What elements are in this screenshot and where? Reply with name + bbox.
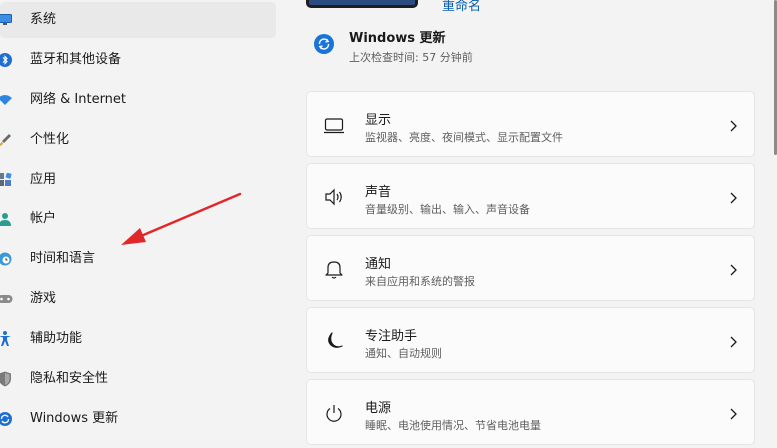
sidebar-item-personalization[interactable]: 个性化 <box>0 122 276 158</box>
sidebar-item-label: 个性化 <box>30 132 70 147</box>
card-title: 专注助手 <box>365 329 418 344</box>
rename-link[interactable]: 重命名 <box>442 0 481 14</box>
power-icon <box>323 402 345 424</box>
chevron-right-icon <box>728 118 738 132</box>
card-title: 通知 <box>365 257 392 272</box>
card-title: 声音 <box>365 185 392 200</box>
card-subtitle: 来自应用和系统的警报 <box>365 275 475 288</box>
gamepad-icon <box>0 291 13 307</box>
windows-update-title: Windows 更新 <box>349 31 446 46</box>
brush-icon <box>0 132 13 148</box>
card-title: 显示 <box>365 113 392 128</box>
device-preview-image <box>306 0 418 8</box>
settings-card-power[interactable]: 电源 睡眠、电池使用情况、节省电池电量 <box>306 379 755 445</box>
wifi-icon <box>0 92 13 108</box>
speaker-icon <box>323 186 345 208</box>
apps-icon <box>0 172 13 188</box>
sidebar-item-time-language[interactable]: 时间和语言 <box>0 241 276 277</box>
chevron-right-icon <box>728 406 738 420</box>
sidebar-item-gaming[interactable]: 游戏 <box>0 281 276 317</box>
sidebar: 系统 蓝牙和其他设备 网络 & Internet 个性化 应用 帐户 时间和语言… <box>0 0 290 448</box>
sidebar-item-accounts[interactable]: 帐户 <box>0 201 276 237</box>
globe-clock-icon <box>0 251 13 267</box>
chevron-right-icon <box>728 334 738 348</box>
chevron-right-icon <box>728 262 738 276</box>
sidebar-item-network[interactable]: 网络 & Internet <box>0 82 276 118</box>
windows-update-last-checked: 上次检查时间: 57 分钟前 <box>349 51 473 64</box>
monitor-icon <box>0 12 13 28</box>
card-subtitle: 音量级别、输出、输入、声音设备 <box>365 203 530 216</box>
sidebar-item-accessibility[interactable]: 辅助功能 <box>0 321 276 357</box>
accessibility-icon <box>0 331 13 347</box>
sidebar-item-label: 游戏 <box>30 291 57 306</box>
sidebar-item-label: 辅助功能 <box>30 331 83 346</box>
person-icon <box>0 211 13 227</box>
chevron-right-icon <box>728 190 738 204</box>
sidebar-item-label: 应用 <box>30 172 57 187</box>
settings-card-sound[interactable]: 声音 音量级别、输出、输入、声音设备 <box>306 163 755 229</box>
card-subtitle: 睡眠、电池使用情况、节省电池电量 <box>365 419 541 432</box>
sidebar-item-label: 蓝牙和其他设备 <box>30 52 122 67</box>
sidebar-item-label: 帐户 <box>30 211 57 226</box>
card-subtitle: 通知、自动规则 <box>365 347 442 360</box>
sidebar-item-label: 时间和语言 <box>30 251 96 266</box>
sidebar-item-bluetooth[interactable]: 蓝牙和其他设备 <box>0 42 276 78</box>
settings-card-display[interactable]: 显示 监视器、亮度、夜间模式、显示配置文件 <box>306 91 755 157</box>
display-icon <box>323 114 345 136</box>
sidebar-item-apps[interactable]: 应用 <box>0 162 276 198</box>
sidebar-item-windows-update[interactable]: Windows 更新 <box>0 401 276 437</box>
sidebar-item-label: 系统 <box>30 12 57 27</box>
sidebar-item-privacy[interactable]: 隐私和安全性 <box>0 361 276 397</box>
settings-card-notifications[interactable]: 通知 来自应用和系统的警报 <box>306 235 755 301</box>
settings-card-focus-assist[interactable]: 专注助手 通知、自动规则 <box>306 307 755 373</box>
windows-update-icon <box>0 411 13 427</box>
sidebar-item-system[interactable]: 系统 <box>0 2 276 38</box>
bell-icon <box>323 258 345 280</box>
windows-update-status[interactable]: Windows 更新 上次检查时间: 57 分钟前 <box>310 26 610 66</box>
card-title: 电源 <box>365 401 392 416</box>
shield-icon <box>0 371 13 387</box>
main-content: 重命名 Windows 更新 上次检查时间: 57 分钟前 显示 监视器、亮度、… <box>290 0 777 448</box>
bluetooth-icon <box>0 52 13 68</box>
sidebar-item-label: 网络 & Internet <box>30 92 127 107</box>
sync-icon <box>314 34 334 54</box>
moon-icon <box>323 330 345 352</box>
card-subtitle: 监视器、亮度、夜间模式、显示配置文件 <box>365 131 563 144</box>
sidebar-item-label: Windows 更新 <box>30 411 119 426</box>
sidebar-item-label: 隐私和安全性 <box>30 371 109 386</box>
